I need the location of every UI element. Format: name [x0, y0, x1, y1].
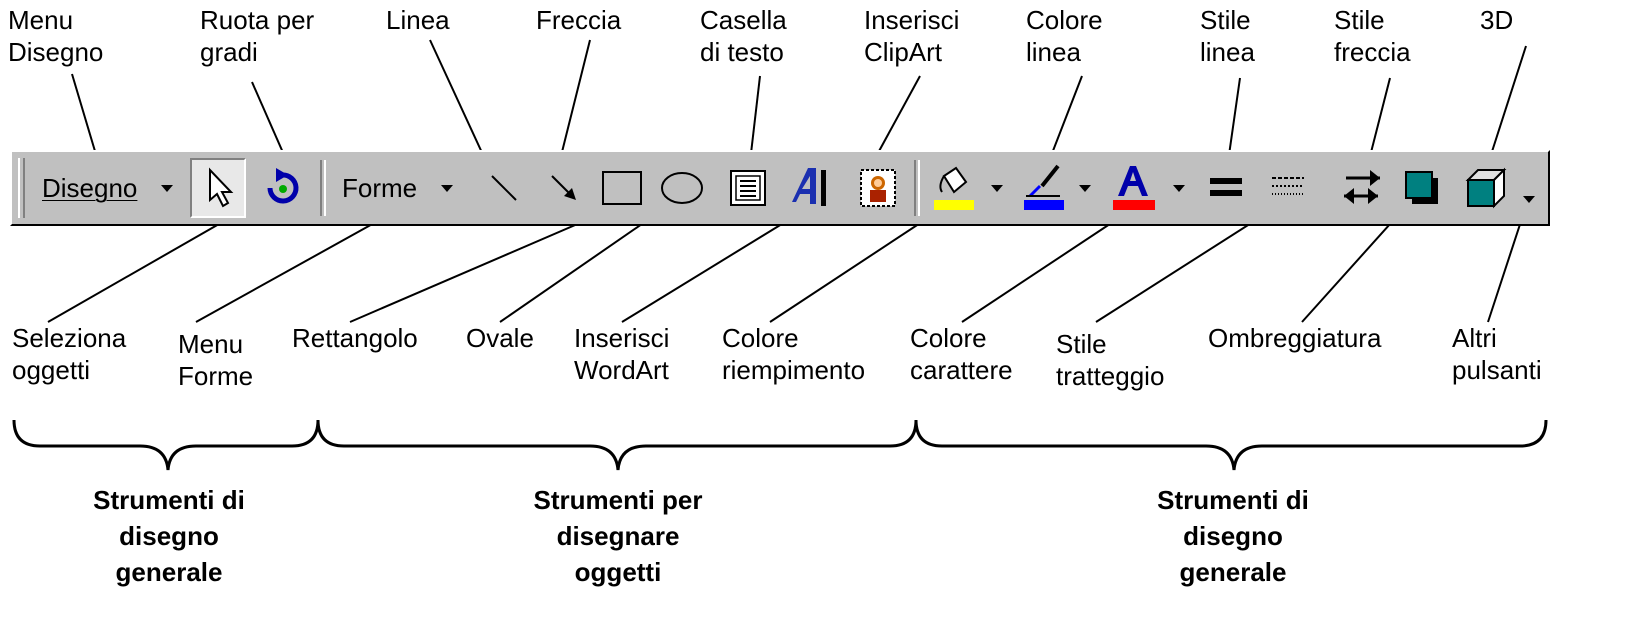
group-label-strumenti-generale-right: Strumenti di disegno generale	[1157, 485, 1309, 587]
group-label-strumenti-oggetti: Strumenti per disegnare oggetti	[533, 485, 703, 587]
brace-strumenti-generale-left	[12, 419, 320, 471]
brace-strumenti-oggetti	[316, 419, 918, 471]
group-label-strumenti-generale-left: Strumenti di disegno generale	[93, 485, 245, 587]
brace-strumenti-generale-right	[914, 419, 1548, 471]
